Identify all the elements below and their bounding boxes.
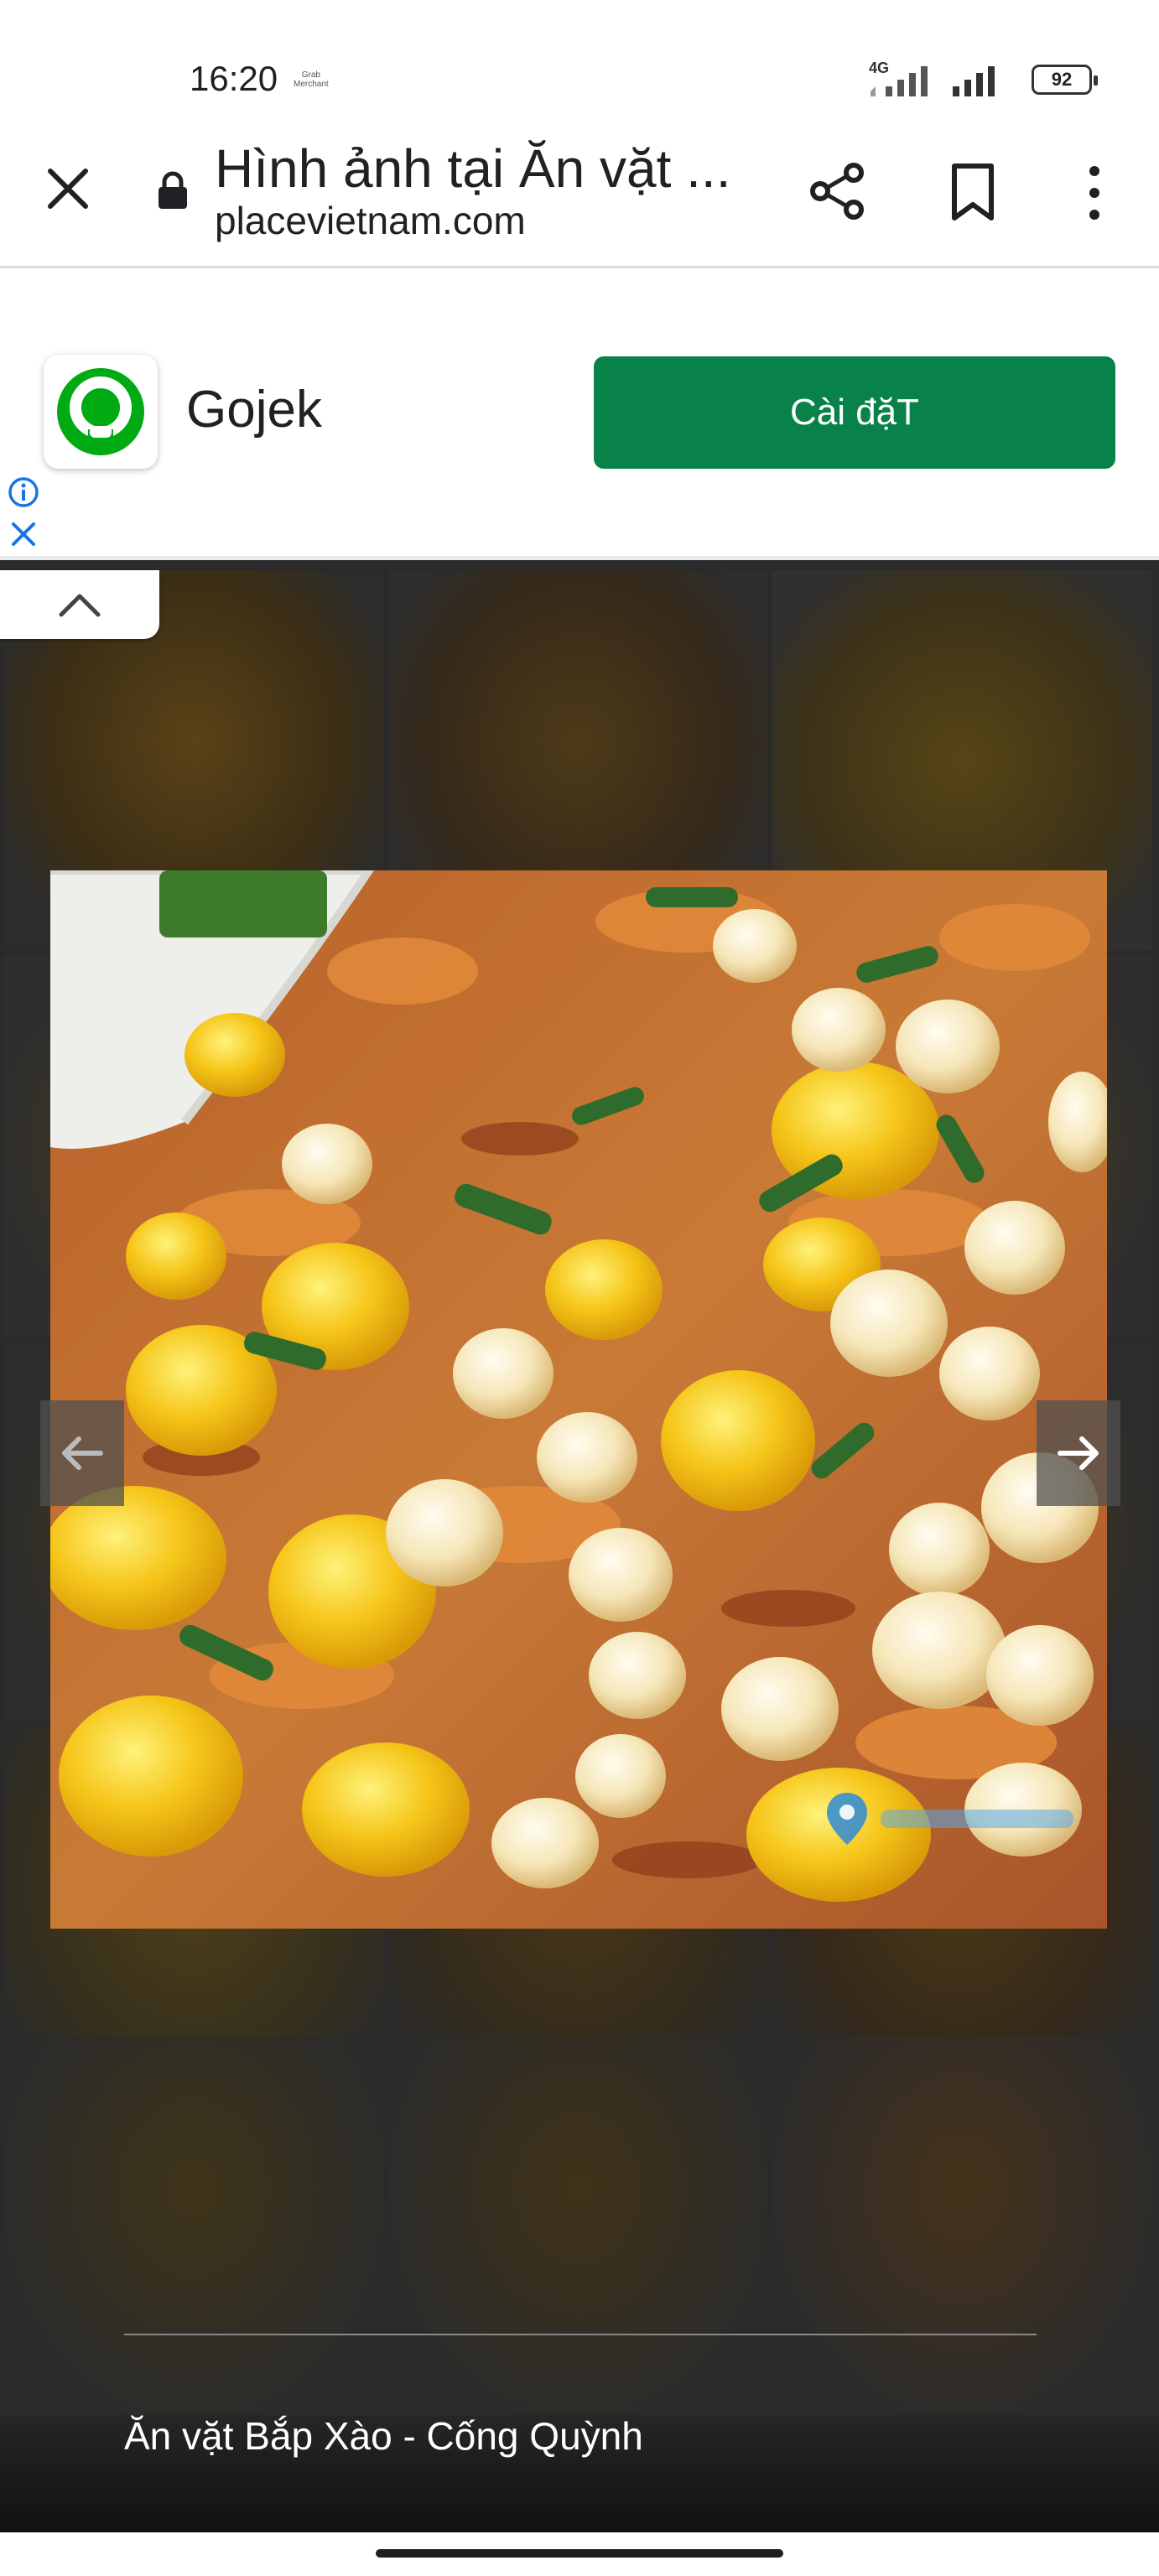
thumbnail[interactable] xyxy=(387,2036,768,2415)
grab-merchant-icon: Grab Merchant xyxy=(294,70,329,89)
chevron-up-icon xyxy=(59,594,101,617)
thumbnail[interactable] xyxy=(772,2036,1152,2415)
ad-app-name: Gojek xyxy=(186,381,322,439)
caption-divider xyxy=(124,2334,1037,2335)
signal-4g-icon: 4G xyxy=(869,60,936,96)
lock-icon xyxy=(156,171,190,210)
thumbnail[interactable] xyxy=(3,2036,384,2415)
main-photo xyxy=(50,870,1107,1929)
close-icon[interactable] xyxy=(7,517,40,551)
share-icon[interactable] xyxy=(805,159,869,223)
previous-image-button[interactable] xyxy=(40,1400,124,1506)
battery-icon: 92 xyxy=(1032,65,1098,95)
close-icon[interactable] xyxy=(39,159,97,218)
arrow-right-icon xyxy=(1058,1436,1099,1470)
page-title: Hình ảnh tại Ăn vặt ... xyxy=(215,138,731,199)
status-time: 16:20 xyxy=(190,59,278,98)
signal-icon xyxy=(951,63,1016,96)
status-bar: 16:20 Grab Merchant 4G 92 xyxy=(0,0,1159,126)
next-image-button[interactable] xyxy=(1037,1400,1120,1506)
home-gesture-handle[interactable] xyxy=(376,2549,783,2558)
page-url: placevietnam.com xyxy=(215,199,526,242)
system-navigation-bar xyxy=(0,2532,1159,2576)
bookmark-icon[interactable] xyxy=(948,161,998,225)
image-caption: Ăn vặt Bắp Xào - Cống Quỳnh xyxy=(124,2414,643,2458)
ad-banner[interactable]: Gojek Cài đặT xyxy=(0,271,1159,560)
status-indicators: 4G 92 xyxy=(869,59,1098,101)
custom-tab-toolbar: Hình ảnh tại Ăn vặt ... placevietnam.com xyxy=(0,126,1159,268)
arrow-left-icon xyxy=(62,1436,103,1470)
gojek-logo[interactable] xyxy=(44,355,158,469)
battery-level: 92 xyxy=(1051,69,1073,90)
map-pin-icon xyxy=(827,1793,867,1845)
collapse-button[interactable] xyxy=(0,570,159,639)
info-icon[interactable] xyxy=(7,475,40,509)
install-button[interactable]: Cài đặT xyxy=(594,356,1115,469)
watermark xyxy=(822,1789,1073,1848)
more-vert-icon[interactable] xyxy=(1073,159,1115,226)
